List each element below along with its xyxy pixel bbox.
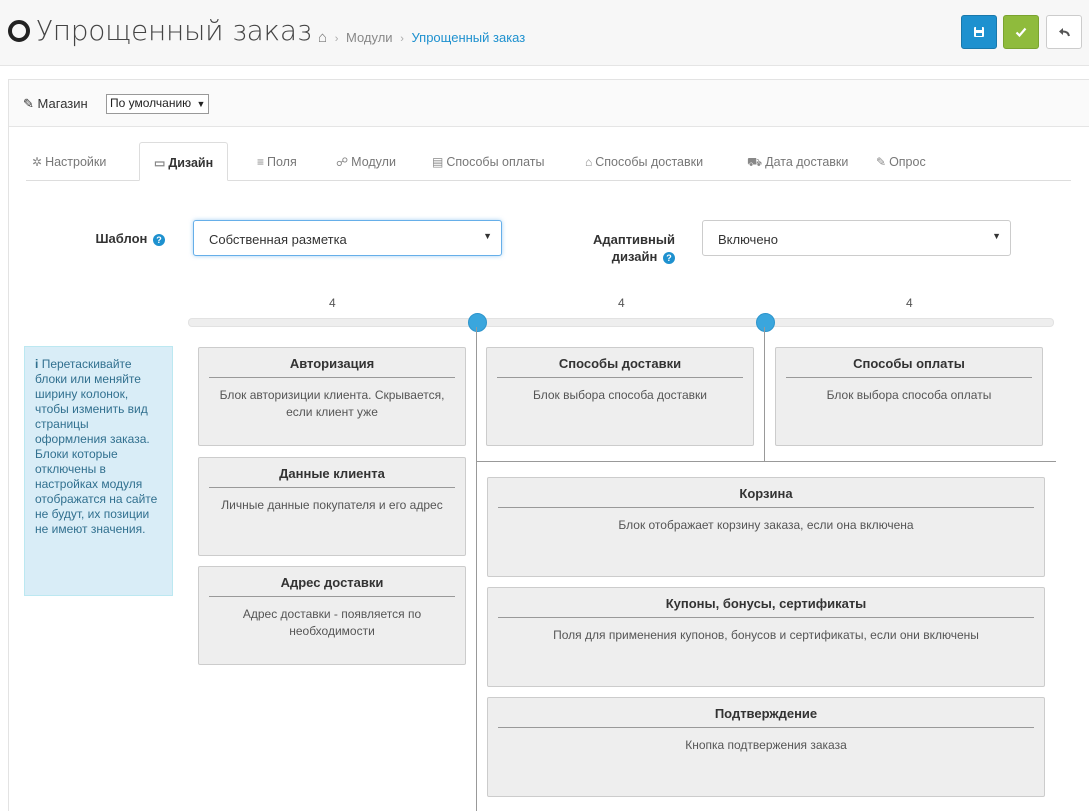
template-label: Шаблон ? xyxy=(80,231,165,246)
block-payment[interactable]: Способы оплаты Блок выбора способа оплат… xyxy=(775,347,1043,446)
floppy-icon xyxy=(974,27,984,37)
panel-heading: ✎ Магазин По умолчанию ▼ xyxy=(9,80,1089,127)
block-shipping[interactable]: Способы доставки Блок выбора способа дос… xyxy=(486,347,754,446)
store-select[interactable]: По умолчанию ▼ xyxy=(106,94,210,114)
tab-modules[interactable]: ☍ Модули xyxy=(336,142,396,181)
adaptive-design-select[interactable]: Включено ▼ xyxy=(702,220,1011,256)
column-divider xyxy=(764,327,765,461)
list-icon: ≡ xyxy=(257,155,265,169)
building-icon: ⌂ xyxy=(585,155,593,169)
tab-fields[interactable]: ≡ Поля xyxy=(257,142,297,181)
column-divider xyxy=(476,327,477,811)
credit-card-icon: ▤ xyxy=(432,155,444,169)
truck-icon: ⛟ xyxy=(747,155,763,169)
store-label: ✎ Магазин xyxy=(23,96,88,111)
tab-survey[interactable]: ✎ Опрос xyxy=(876,142,926,181)
column-slider-handle-2[interactable] xyxy=(756,313,775,332)
adaptive-design-label: Адаптивный дизайн ? xyxy=(592,232,675,264)
column-slider-track xyxy=(188,318,1054,327)
breadcrumb-separator: › xyxy=(334,33,339,45)
tab-shipping-methods[interactable]: ⌂ Способы доставки xyxy=(585,142,703,181)
page-header: Упрощенный заказ ⌂ › Модули › Упрощенный… xyxy=(0,0,1089,66)
tab-delivery-date[interactable]: ⛟ Дата доставки xyxy=(747,142,848,181)
column-width-3: 4 xyxy=(906,296,913,310)
back-button[interactable] xyxy=(1046,15,1082,49)
monitor-icon: ▭ xyxy=(154,156,166,170)
row-divider xyxy=(476,461,1056,462)
template-select[interactable]: Собственная разметка ▼ xyxy=(193,220,502,256)
circle-logo-icon xyxy=(8,20,30,42)
sitemap-icon: ☍ xyxy=(336,155,349,169)
breadcrumb: ⌂ › Модули › Упрощенный заказ xyxy=(318,29,525,46)
page-title: Упрощенный заказ xyxy=(8,14,312,47)
block-customer[interactable]: Данные клиента Личные данные покупателя … xyxy=(198,457,466,556)
save-button[interactable] xyxy=(961,15,997,49)
pencil-icon: ✎ xyxy=(23,96,34,111)
edit-icon: ✎ xyxy=(876,155,887,169)
tab-payment-methods[interactable]: ▤ Способы оплаты xyxy=(432,142,544,181)
block-auth[interactable]: Авторизация Блок авторизиции клиента. Ск… xyxy=(198,347,466,446)
block-cart[interactable]: Корзина Блок отображает корзину заказа, … xyxy=(487,477,1045,577)
question-circle-icon[interactable]: ? xyxy=(153,234,165,246)
breadcrumb-modules[interactable]: Модули xyxy=(346,30,393,45)
column-width-1: 4 xyxy=(329,296,336,310)
tab-settings[interactable]: ✲ Настройки xyxy=(32,142,106,181)
gear-icon: ✲ xyxy=(32,155,43,169)
question-circle-icon[interactable]: ? xyxy=(663,252,675,264)
caret-down-icon: ▼ xyxy=(196,99,206,109)
home-icon[interactable]: ⌂ xyxy=(318,29,327,46)
check-icon xyxy=(1015,27,1027,38)
apply-button[interactable] xyxy=(1003,15,1039,49)
block-address[interactable]: Адрес доставки Адрес доставки - появляет… xyxy=(198,566,466,665)
reply-icon xyxy=(1058,28,1070,37)
breadcrumb-current[interactable]: Упрощенный заказ xyxy=(411,30,525,45)
tab-bar: ✲ Настройки ▭ Дизайн ≡ Поля ☍ Модули ▤ Способ… xyxy=(26,142,1071,181)
block-coupons[interactable]: Купоны, бонусы, сертификаты Поля для при… xyxy=(487,587,1045,687)
column-width-2: 4 xyxy=(618,296,625,310)
column-slider-handle-1[interactable] xyxy=(468,313,487,332)
caret-down-icon: ▼ xyxy=(992,231,1001,241)
caret-down-icon: ▼ xyxy=(483,231,492,241)
breadcrumb-separator: › xyxy=(400,33,404,45)
tab-design[interactable]: ▭ Дизайн xyxy=(139,142,229,181)
info-alert: i Перетаскивайте блоки или меняйте ширин… xyxy=(24,346,173,596)
block-confirm[interactable]: Подтверждение Кнопка подтвержения заказа xyxy=(487,697,1045,797)
info-icon: i xyxy=(35,357,39,371)
